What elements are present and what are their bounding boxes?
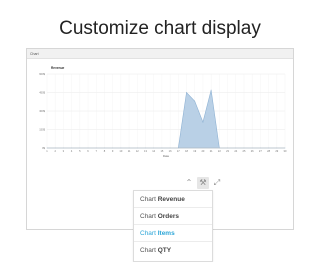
menu-item-prefix: Chart: [140, 196, 156, 203]
y-tick-label: 600$: [39, 72, 45, 76]
x-tick-label: 12: [136, 149, 139, 153]
menu-item-chart-items[interactable]: Chart Items: [134, 225, 212, 242]
menu-item-chart-revenue[interactable]: Chart Revenue: [134, 191, 212, 208]
slide-title: Customize chart display: [59, 18, 261, 39]
x-tick-label: 7: [96, 149, 98, 153]
menu-item-prefix: Chart: [140, 247, 156, 254]
data-point: [202, 121, 204, 123]
x-tick-label: 9: [112, 149, 114, 153]
menu-item-prefix: Chart: [140, 230, 156, 237]
x-tick-label: 10: [119, 149, 122, 153]
x-tick-label: 5: [79, 149, 81, 153]
chart-panel: Chart 0$ 150$ 300$ 450$ 600$ 1 2 3 4 5 6 7 8 9 10 11 12 1…: [26, 48, 294, 262]
wrench-icon[interactable]: ⚒: [197, 177, 209, 189]
menu-item-chart-orders[interactable]: Chart Orders: [134, 208, 212, 225]
x-tick-label: 16: [169, 149, 172, 153]
data-point: [186, 92, 187, 93]
x-tick-label: 15: [160, 149, 163, 153]
x-tick-label: 3: [63, 149, 65, 153]
x-tick-label: 26: [251, 149, 254, 153]
x-tick-label: 4: [71, 149, 73, 153]
x-tick-label: 25: [243, 149, 246, 153]
data-point: [210, 89, 212, 91]
x-tick-label: 13: [144, 149, 147, 153]
menu-item-metric: Revenue: [157, 196, 185, 203]
expand-icon[interactable]: ⤢: [211, 177, 223, 189]
menu-item-metric: Orders: [157, 213, 180, 220]
x-tick-label: 23: [226, 149, 229, 153]
x-tick-label: 21: [210, 149, 213, 153]
chart-metric-menu: Chart Revenue Chart Orders Chart Items C…: [133, 190, 213, 262]
revenue-chart: 0$150$300$450$600$1 2 3 4 5 6 7 8 9 10 11 12 13 14 15 1…: [39, 66, 287, 158]
x-tick-label: 22: [218, 149, 221, 153]
menu-item-metric: QTY: [157, 247, 172, 254]
y-tick-label: 300$: [39, 109, 45, 113]
x-tick-label: 19: [193, 149, 196, 153]
x-tick-label: 11: [128, 149, 131, 153]
x-tick-label: 30: [284, 149, 287, 153]
x-tick-label: 6: [87, 149, 89, 153]
y-tick-label: 150$: [39, 128, 45, 132]
chart-title: Revenue: [51, 66, 65, 70]
series-area-revenue: [47, 89, 285, 149]
y-tick-label: 450$: [39, 91, 45, 95]
x-tick-label: 17: [177, 149, 180, 153]
menu-item-prefix: Chart: [140, 213, 156, 220]
x-tick-label: 24: [234, 149, 237, 153]
x-tick-label: 2: [54, 149, 56, 153]
y-tick-label: 0$: [42, 146, 45, 150]
x-axis-label: Date: [163, 154, 170, 158]
x-tick-label: 27: [259, 149, 262, 153]
menu-item-metric: Items: [157, 230, 175, 237]
x-tick-label: 8: [104, 149, 106, 153]
chart-toolbar: ⌃ ⚒ ⤢: [183, 177, 223, 191]
chevron-up-icon[interactable]: ⌃: [183, 177, 195, 189]
x-tick-label: 28: [267, 149, 270, 153]
data-point: [194, 100, 196, 102]
x-tick-label: 29: [275, 149, 278, 153]
panel-header: Chart: [27, 49, 293, 59]
x-tick-label: 20: [201, 149, 204, 153]
x-tick-label: 18: [185, 149, 188, 153]
menu-item-chart-qty[interactable]: Chart QTY: [134, 242, 212, 259]
x-tick-label: 1: [46, 149, 48, 153]
x-tick-label: 14: [152, 149, 155, 153]
